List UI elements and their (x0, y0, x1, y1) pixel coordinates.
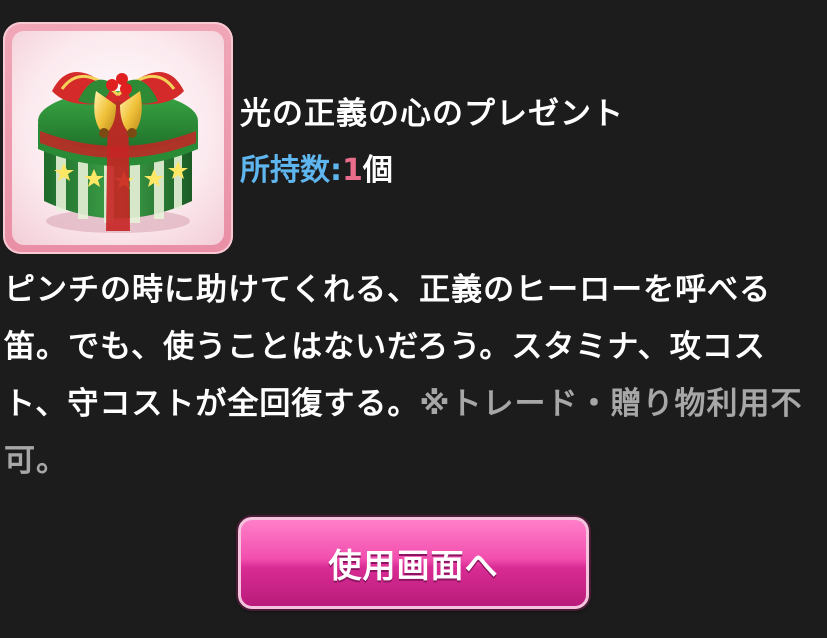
owned-count-line: 所持数:1個 (240, 145, 393, 189)
owned-count-value: 1 (342, 153, 363, 188)
gift-box-icon (38, 71, 198, 233)
item-image (12, 31, 224, 245)
use-screen-button[interactable]: 使用画面へ (238, 517, 589, 609)
owned-count-label: 所持数: (240, 153, 342, 188)
item-title: 光の正義の心のプレゼント (240, 96, 624, 132)
owned-count-unit: 個 (362, 153, 393, 188)
use-screen-button-label: 使用画面へ (328, 546, 499, 585)
item-image-frame (3, 22, 233, 254)
item-description: ピンチの時に助けてくれる、正義のヒーローを呼べる笛。でも、使うことはないだろう。… (4, 262, 822, 490)
